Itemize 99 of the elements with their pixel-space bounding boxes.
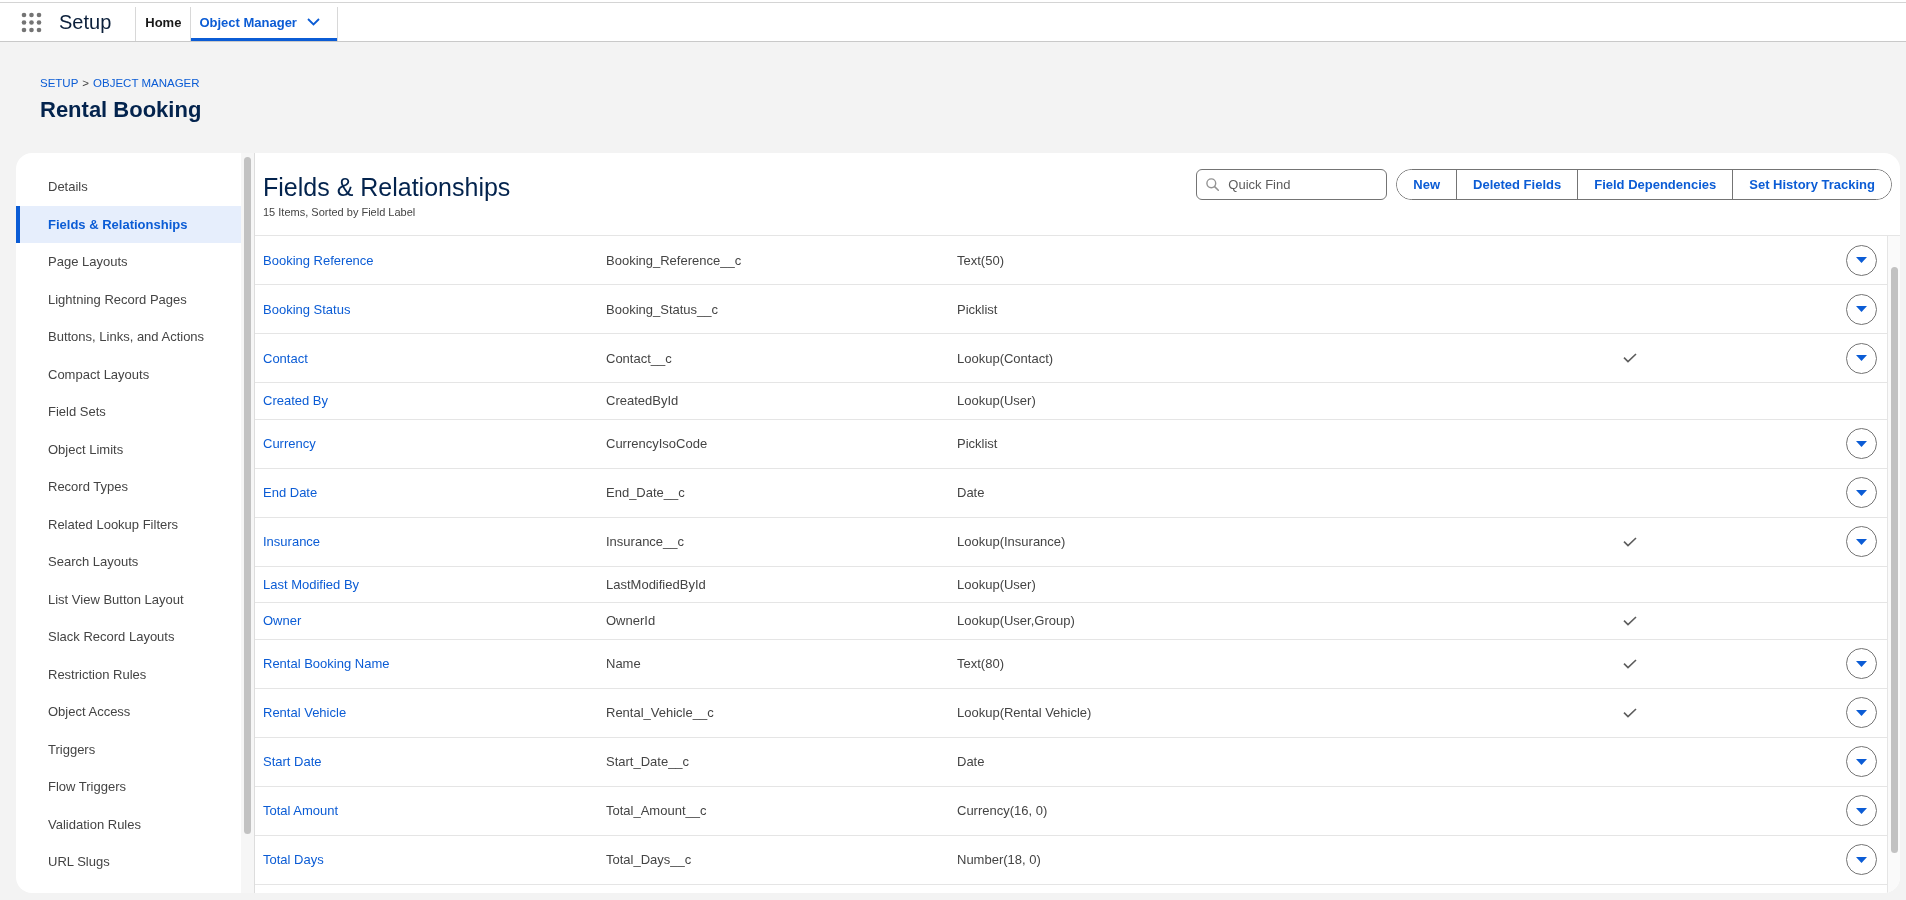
sidebar-item[interactable]: List View Button Layout [16,580,241,618]
scrollbar-thumb[interactable] [244,157,251,834]
field-data-type: Date [957,754,985,769]
row-menu-button[interactable] [1846,293,1877,325]
row-menu-button[interactable] [1846,795,1877,826]
row-menu-button[interactable] [1846,428,1877,459]
field-label-link[interactable]: Total Amount [263,803,339,818]
field-data-type: Lookup(User) [957,576,1036,592]
field-data-type: Lookup(Rental Vehicle) [957,705,1092,720]
sidebar-item[interactable]: Search Layouts [16,543,241,581]
sidebar-item[interactable]: Triggers [16,730,241,768]
field-data-type: Date [957,485,985,500]
triangle-down-icon [1856,538,1867,545]
sidebar-item[interactable]: Restriction Rules [16,655,241,693]
breadcrumb-separator: > [81,76,91,90]
row-menu-button[interactable] [1846,477,1877,508]
field-label-link[interactable]: Booking Reference [263,252,374,268]
field-api-name: OwnerId [606,613,656,629]
triangle-down-icon [1856,709,1867,716]
sidebar-item[interactable]: Object Access [16,693,241,731]
field-label-link[interactable]: Contact [263,350,308,366]
field-label-link[interactable]: Currency [263,436,316,451]
sidebar-item[interactable]: Validation Rules [16,805,241,843]
field-api-name: Name [606,656,641,671]
sidebar-item[interactable]: Record Types [16,468,241,506]
app-launcher-icon[interactable] [21,11,42,33]
sidebar-item[interactable]: Compact Layouts [16,355,241,393]
field-api-name: End_Date__c [606,485,685,500]
sidebar-item[interactable]: Object Limits [16,430,241,468]
field-label-link[interactable]: Booking Status [263,301,351,317]
field-data-type: Text(80) [957,656,1004,671]
field-data-type: Picklist [957,301,998,317]
triangle-down-icon [1856,660,1867,667]
field-label-link[interactable]: Insurance [263,534,321,549]
sidebar-item[interactable]: URL Slugs [16,843,241,881]
sidebar-item[interactable]: Lightning Record Pages [16,280,241,318]
triangle-down-icon [1856,355,1867,361]
field-data-type: Currency(16, 0) [957,803,1048,818]
triangle-down-icon [1856,440,1867,447]
field-label-link[interactable]: End Date [263,485,318,500]
nav-tab[interactable]: Home [136,7,192,41]
triangle-down-icon [1856,489,1867,496]
sidebar-item[interactable]: Related Lookup Filters [16,505,241,543]
field-api-name: Rental_Vehicle__c [606,705,714,720]
sidebar-item[interactable]: Page Layouts [16,243,241,281]
section-title: Fields & Relationships [263,172,512,202]
field-api-name: CurrencyIsoCode [606,436,708,451]
field-data-type: Lookup(User,Group) [957,613,1075,629]
field-data-type: Lookup(User) [957,393,1036,409]
field-label-link[interactable]: Rental Booking Name [263,656,390,671]
row-menu-button[interactable] [1846,342,1877,374]
triangle-down-icon [1856,856,1867,863]
field-label-link[interactable]: Created By [263,393,329,409]
chevron-down-icon[interactable] [306,18,320,26]
item-count-text: 15 Items, Sorted by Field Label [263,205,417,219]
field-label-link[interactable]: Rental Vehicle [263,705,347,720]
nav-tab[interactable]: Object Manager [191,7,338,41]
sidebar-item[interactable]: Field Sets [16,393,241,431]
field-api-name: LastModifiedById [606,576,706,592]
row-menu-button[interactable] [1846,697,1877,728]
field-data-type: Lookup(Contact) [957,350,1054,366]
sidebar-item[interactable]: Fields & Relationships [16,205,241,243]
field-api-name: Insurance__c [606,534,685,549]
breadcrumb-link[interactable]: SETUP [40,76,79,90]
field-label-link[interactable]: Total Days [263,852,324,867]
row-menu-button[interactable] [1846,526,1877,557]
page-title: Rental Booking [40,96,203,124]
field-api-name: CreatedById [606,393,679,409]
field-api-name: Start_Date__c [606,754,690,769]
app-name: Setup [59,10,112,34]
row-menu-button[interactable] [1846,244,1877,276]
breadcrumb-link[interactable]: OBJECT MANAGER [93,76,200,90]
sidebar-item[interactable]: Flow Triggers [16,768,241,806]
field-api-name: Total_Amount__c [606,803,707,818]
field-data-type: Number(18, 0) [957,852,1041,867]
scrollbar-thumb[interactable] [1891,267,1898,853]
field-api-name: Booking_Status__c [606,301,719,317]
field-api-name: Booking_Reference__c [606,252,742,268]
search-icon [1206,178,1220,191]
field-data-type: Picklist [957,436,998,451]
field-api-name: Contact__c [606,350,672,366]
triangle-down-icon [1856,807,1867,814]
sidebar-item[interactable]: Details [16,168,241,206]
toolbar-button[interactable]: Set History Tracking [1732,170,1891,199]
field-label-link[interactable]: Last Modified By [263,576,360,592]
sidebar-item[interactable]: Buttons, Links, and Actions [16,318,241,356]
field-data-type: Text(50) [957,252,1004,268]
sidebar-item[interactable]: Slack Record Layouts [16,618,241,656]
search-field[interactable]: Quick Find [1196,169,1388,200]
triangle-down-icon [1856,758,1867,765]
row-menu-button[interactable] [1846,746,1877,777]
triangle-down-icon [1856,306,1867,312]
row-menu-button[interactable] [1846,844,1877,875]
field-data-type: Lookup(Insurance) [957,534,1066,549]
triangle-down-icon [1856,257,1867,263]
field-label-link[interactable]: Start Date [263,754,322,769]
field-api-name: Total_Days__c [606,852,692,867]
row-menu-button[interactable] [1846,648,1877,679]
field-label-link[interactable]: Owner [263,613,302,629]
